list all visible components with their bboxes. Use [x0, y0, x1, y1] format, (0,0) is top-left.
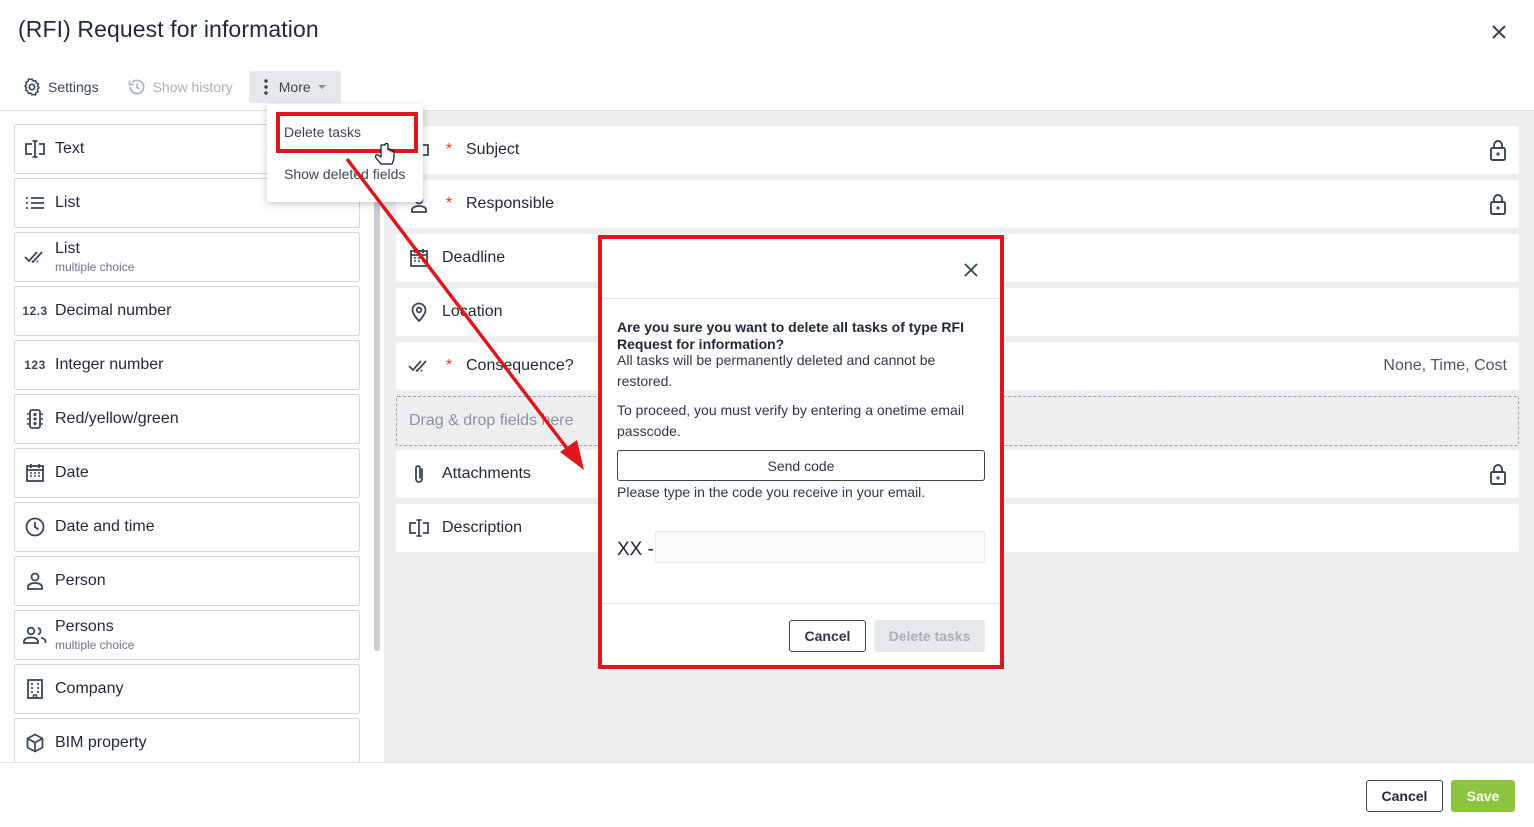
field-label: Location [442, 303, 503, 320]
person-icon [27, 572, 43, 590]
palette-item-date-time[interactable]: Date and time [14, 502, 360, 552]
close-button[interactable] [1485, 18, 1513, 46]
code-prefix: XX - [617, 539, 654, 560]
delete-confirm-dialog: Are you sure you want to delete all task… [598, 235, 1004, 669]
more-button[interactable]: More [248, 71, 341, 103]
consequence-options: None, Time, Cost [1383, 357, 1507, 374]
dialog-warning: All tasks will be permanently deleted an… [617, 352, 936, 389]
field-label: Subject [466, 141, 520, 158]
field-label: Consequence? [466, 357, 574, 374]
palette-label: Person [55, 572, 106, 589]
lock-icon [1490, 140, 1506, 161]
dialog-divider [602, 298, 1000, 299]
field-label: Responsible [466, 195, 555, 212]
traffic-light-icon [27, 409, 43, 429]
paperclip-icon [415, 465, 423, 483]
double-check-icon [408, 360, 427, 373]
settings-label: Settings [48, 79, 99, 95]
send-code-button[interactable]: Send code [617, 450, 985, 481]
palette-item-company[interactable]: Company [14, 664, 360, 714]
vertical-dots-icon [263, 79, 268, 95]
toolbar: Settings Show history More [14, 71, 341, 103]
palette-label: Persons [55, 618, 114, 635]
building-icon [27, 679, 43, 699]
history-icon [128, 79, 145, 95]
calendar-icon [26, 464, 44, 482]
dialog-heading: Are you sure you want to delete all task… [617, 319, 964, 352]
cube-icon [26, 733, 44, 753]
menu-item-show-deleted-fields[interactable]: Show deleted fields [284, 166, 405, 182]
palette-label: Company [55, 680, 124, 697]
palette-item-date[interactable]: Date [14, 448, 360, 498]
palette-label: Integer number [55, 356, 164, 373]
palette-sublabel: multiple choice [55, 638, 135, 652]
clock-icon [25, 517, 45, 537]
text-field-icon [409, 519, 429, 537]
required-asterisk: * [445, 141, 453, 158]
map-pin-icon [411, 302, 427, 322]
close-icon [1492, 25, 1506, 39]
dialog-divider [602, 603, 1000, 604]
palette-sublabel: multiple choice [55, 260, 135, 274]
field-label: Description [442, 519, 523, 536]
persons-icon [23, 626, 47, 644]
show-history-label: Show history [152, 79, 233, 95]
dialog-cancel-button[interactable]: Cancel [789, 620, 866, 652]
form-field-responsible[interactable]: * Responsible [396, 180, 1519, 228]
highlight-annotation [276, 112, 418, 153]
palette-scrollbar[interactable] [374, 125, 380, 651]
passcode-input[interactable] [655, 531, 985, 563]
double-check-icon [24, 251, 43, 264]
field-label: Attachments [442, 465, 531, 482]
dialog-delete-tasks-button[interactable]: Delete tasks [874, 620, 985, 652]
close-icon [964, 263, 978, 277]
palette-item-decimal[interactable]: 12.3 Decimal number [14, 286, 360, 336]
palette-item-list-multiple[interactable]: List multiple choice [14, 232, 360, 282]
field-label: Deadline [442, 249, 506, 266]
palette-label: Red/yellow/green [55, 410, 179, 427]
required-asterisk: * [445, 357, 453, 374]
dialog-hint: Please type in the code you receive in y… [617, 484, 926, 500]
field-palette: Text List List multiple choice 12.3 Decim… [0, 111, 384, 762]
list-icon [26, 197, 44, 209]
palette-item-person[interactable]: Person [14, 556, 360, 606]
palette-label: Decimal number [55, 302, 172, 319]
save-button[interactable]: Save [1451, 780, 1515, 812]
required-asterisk: * [445, 195, 453, 212]
calendar-icon [410, 249, 428, 267]
palette-label: Date [55, 464, 89, 481]
integer-icon: 123 [24, 358, 46, 372]
decimal-icon: 12.3 [22, 304, 48, 318]
palette-item-traffic-light[interactable]: Red/yellow/green [14, 394, 360, 444]
palette-label: BIM property [55, 734, 147, 751]
palette-label: Text [55, 140, 85, 157]
palette-item-bim[interactable]: BIM property [14, 718, 360, 762]
palette-item-integer[interactable]: 123 Integer number [14, 340, 360, 390]
more-label: More [278, 79, 311, 95]
palette-label: Date and time [55, 518, 155, 535]
cancel-button[interactable]: Cancel [1366, 780, 1443, 812]
palette-label: List [55, 240, 80, 257]
caret-down-icon [317, 85, 326, 89]
dialog-close-button[interactable] [958, 257, 984, 283]
footer-bar: Cancel Save [0, 762, 1534, 827]
lock-icon [1490, 464, 1506, 485]
page-title: (RFI) Request for information [18, 16, 319, 42]
gear-icon [24, 78, 40, 96]
text-field-icon [25, 140, 45, 158]
palette-label: List [55, 194, 80, 211]
settings-button[interactable]: Settings [14, 71, 107, 103]
lock-icon [1490, 194, 1506, 215]
palette-item-persons[interactable]: Persons multiple choice [14, 610, 360, 660]
dialog-verify-text: To proceed, you must verify by entering … [617, 402, 965, 439]
form-field-subject[interactable]: * Subject [396, 126, 1519, 174]
show-history-button[interactable]: Show history [119, 71, 241, 103]
